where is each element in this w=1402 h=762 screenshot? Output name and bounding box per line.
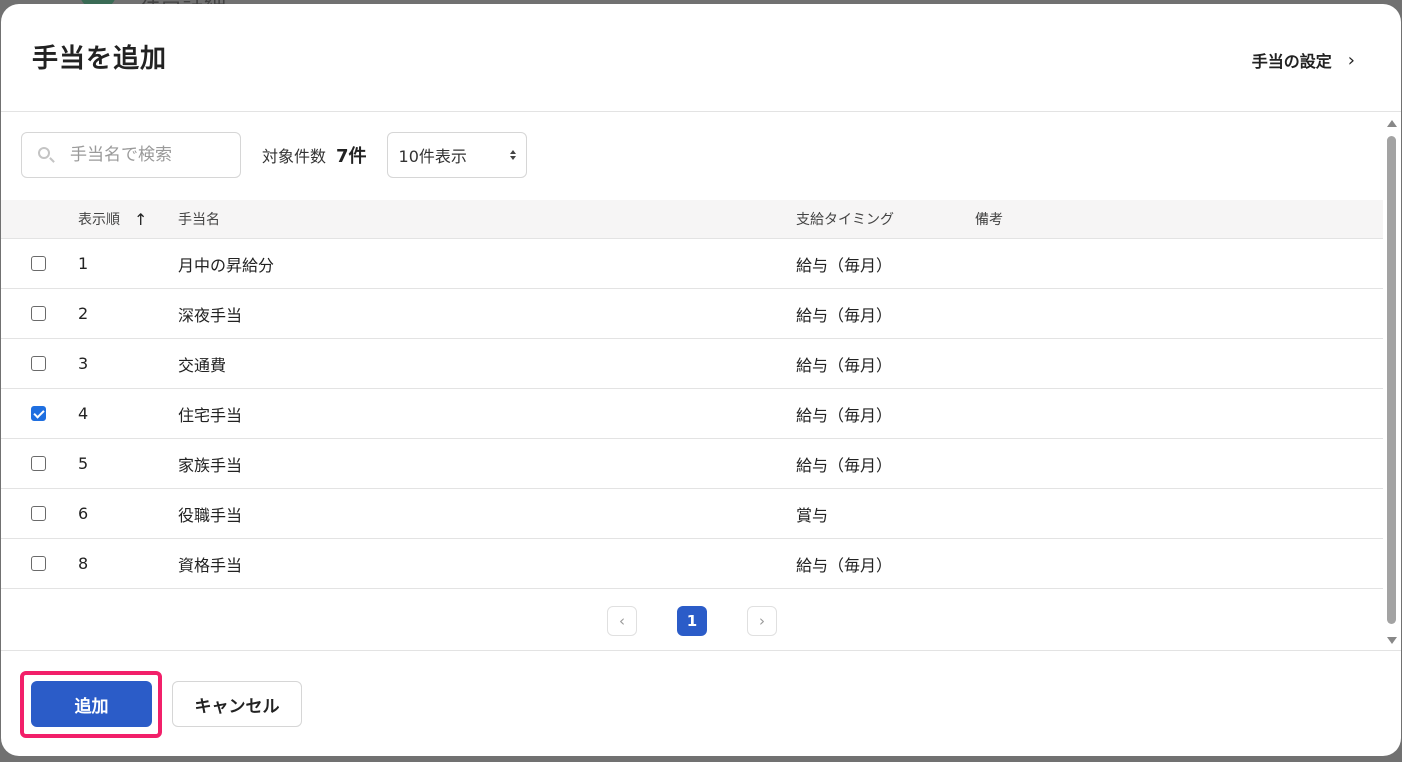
row-checkbox[interactable] — [31, 306, 46, 321]
scroll-thumb[interactable] — [1387, 136, 1396, 624]
row-timing: 給与（毎月） — [796, 305, 893, 325]
row-checkbox-cell — [31, 489, 46, 538]
modal-header: 手当を追加 手当の設定 › — [1, 4, 1401, 112]
header-timing: 支給タイミング — [796, 212, 894, 228]
vertical-scrollbar[interactable] — [1383, 112, 1401, 650]
toolbar: 対象件数 7件 10件表示 — [21, 132, 527, 178]
row-timing: 給与（毎月） — [796, 355, 893, 375]
prev-page-button[interactable]: ‹ — [607, 606, 637, 636]
allowance-table: 表示順 ↑ 手当名 支給タイミング 備考 1 月中の昇給分 給与（毎月） 2 深夜手当給… — [1, 200, 1383, 589]
row-name: 住宅手当 — [178, 405, 243, 425]
row-checkbox[interactable] — [31, 406, 46, 421]
row-name: 家族手当 — [178, 455, 243, 475]
header-note: 備考 — [975, 212, 1003, 228]
page-size-value: 10件表示 — [398, 147, 467, 166]
row-order: 4 — [78, 404, 89, 423]
table-row: 5 家族手当 給与（毎月） — [1, 439, 1383, 489]
row-order: 1 — [78, 254, 89, 273]
settings-link-label: 手当の設定 — [1251, 52, 1332, 71]
row-checkbox-cell — [31, 289, 46, 338]
scroll-down-icon[interactable] — [1387, 637, 1397, 644]
header-name: 手当名 — [178, 212, 220, 228]
row-checkbox[interactable] — [31, 506, 46, 521]
row-order: 3 — [78, 354, 89, 373]
search-input[interactable] — [70, 145, 220, 165]
row-timing: 給与（毎月） — [796, 255, 893, 275]
page-size-select[interactable]: 10件表示 — [386, 132, 527, 178]
table-header: 表示順 ↑ 手当名 支給タイミング 備考 — [1, 200, 1383, 239]
header-order-label: 表示順 — [78, 212, 120, 228]
chevron-right-icon: › — [1347, 49, 1355, 71]
row-order: 6 — [78, 504, 89, 523]
row-timing: 賞与 — [796, 505, 829, 525]
row-name: 月中の昇給分 — [178, 255, 275, 275]
table-row: 3 交通費 給与（毎月） — [1, 339, 1383, 389]
row-timing: 給与（毎月） — [796, 405, 893, 425]
row-name: 交通費 — [178, 355, 227, 375]
row-checkbox[interactable] — [31, 256, 46, 271]
select-updown-icon — [509, 150, 516, 160]
table-row: 2 深夜手当 給与（毎月） — [1, 289, 1383, 339]
table-row: 8 資格手当 給与（毎月） — [1, 539, 1383, 589]
row-checkbox-cell — [31, 239, 46, 288]
allowance-settings-link[interactable]: 手当の設定 › — [1252, 48, 1355, 72]
row-checkbox[interactable] — [31, 356, 46, 371]
row-checkbox-cell — [31, 389, 46, 438]
row-timing: 給与（毎月） — [796, 455, 893, 475]
table-body: 1 月中の昇給分 給与（毎月） 2 深夜手当 給与（毎月） 3 交通費 給与（毎月） 4 住宅手当給… — [1, 239, 1383, 589]
table-row: 4 住宅手当 給与（毎月） — [1, 389, 1383, 439]
row-checkbox-cell — [31, 539, 46, 588]
search-icon — [36, 145, 56, 165]
count-label: 対象件数 — [262, 147, 327, 166]
row-name: 資格手当 — [178, 555, 243, 575]
add-allowance-modal: 手当を追加 手当の設定 › 対象件数 7件 10件表示 表示順 — [1, 4, 1401, 756]
row-name: 役職手当 — [178, 505, 243, 525]
next-page-button[interactable]: › — [747, 606, 777, 636]
row-order: 5 — [78, 454, 89, 473]
scroll-up-icon[interactable] — [1387, 120, 1397, 127]
modal-footer: 追加 キャンセル — [1, 650, 1401, 756]
sort-ascending-icon[interactable]: ↑ — [134, 210, 147, 229]
row-order: 8 — [78, 554, 89, 573]
row-timing: 給与（毎月） — [796, 555, 893, 575]
search-box[interactable] — [21, 132, 241, 178]
add-button[interactable]: 追加 — [31, 681, 152, 727]
row-checkbox-cell — [31, 439, 46, 488]
modal-title: 手当を追加 — [32, 44, 168, 74]
row-checkbox[interactable] — [31, 456, 46, 471]
cancel-button[interactable]: キャンセル — [172, 681, 302, 727]
header-order[interactable]: 表示順 ↑ — [78, 200, 147, 238]
modal-body: 対象件数 7件 10件表示 表示順 ↑ 手当名 支給タイミング 備考 1 月中の昇… — [1, 112, 1401, 650]
table-row: 1 月中の昇給分 給与（毎月） — [1, 239, 1383, 289]
row-checkbox[interactable] — [31, 556, 46, 571]
count-value: 7件 — [336, 146, 367, 167]
pagination: ‹ 1 › — [607, 606, 777, 636]
row-checkbox-cell — [31, 339, 46, 388]
page-1-button[interactable]: 1 — [677, 606, 707, 636]
row-name: 深夜手当 — [178, 305, 243, 325]
table-row: 6 役職手当 賞与 — [1, 489, 1383, 539]
row-order: 2 — [78, 304, 89, 323]
